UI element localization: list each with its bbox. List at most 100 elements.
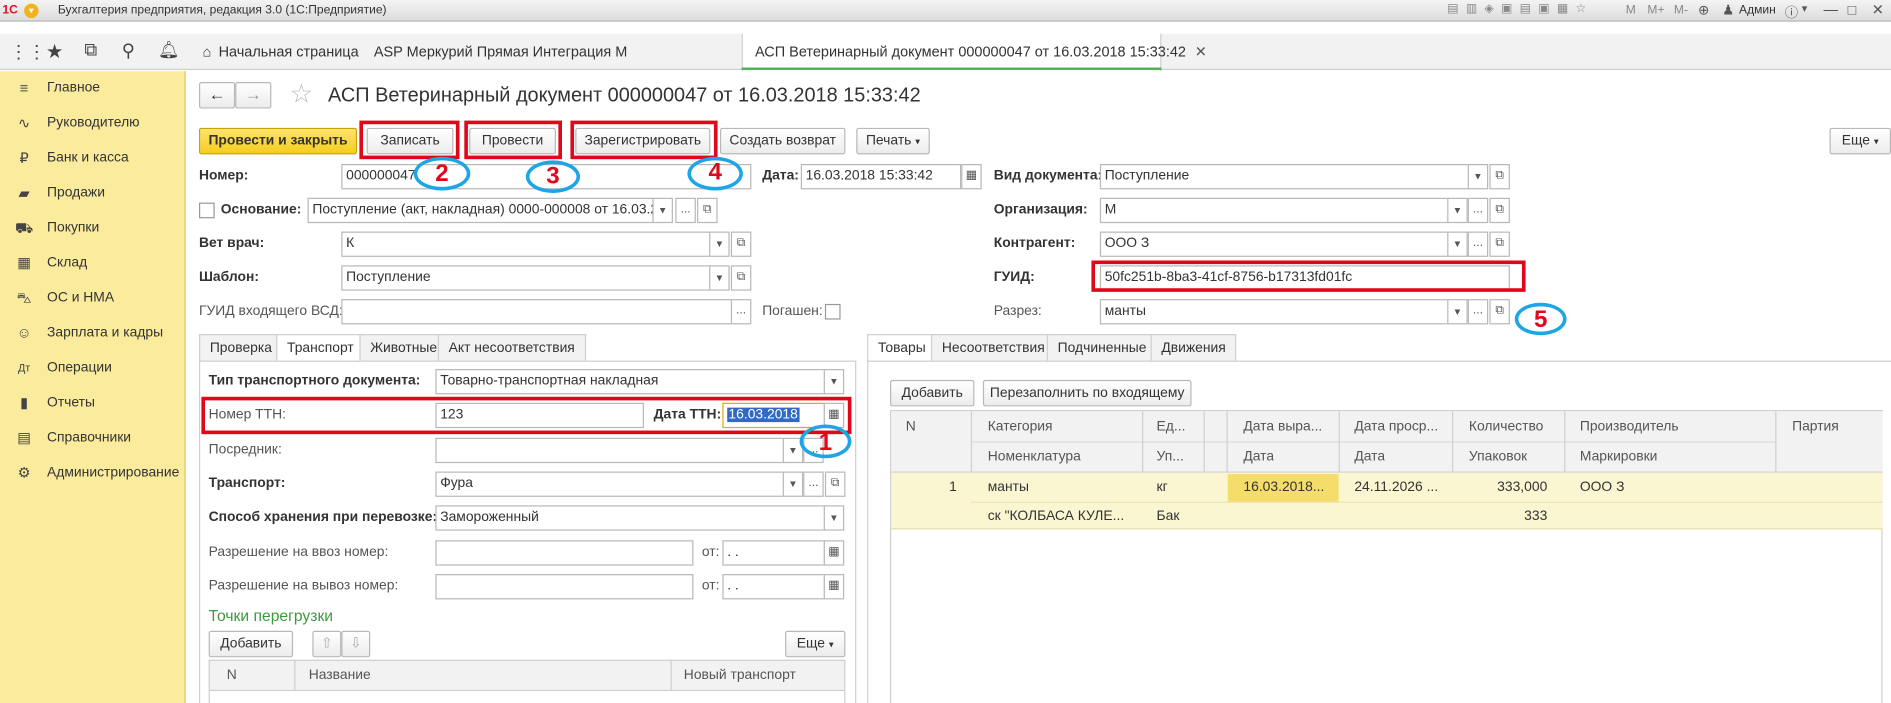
ttn-date-field[interactable]: 16.03.2018 <box>722 402 825 429</box>
goods-row-category[interactable]: манты <box>980 473 1139 502</box>
basis-select-button[interactable]: ... <box>675 197 696 224</box>
post-button[interactable]: Провести <box>469 127 556 155</box>
create-return-button[interactable]: Создать возврат <box>719 127 846 155</box>
tab-check[interactable]: Проверка <box>198 334 283 361</box>
calc-m-button[interactable]: M <box>1626 4 1636 17</box>
transport-dropdown[interactable]: ▼ <box>782 471 804 497</box>
zoom-icon[interactable]: ⊕ <box>1698 2 1709 18</box>
user-name[interactable]: Админ <box>1739 4 1776 17</box>
export-calendar-icon[interactable]: ▦ <box>823 574 845 600</box>
sidebar-item-bank[interactable]: ₽ Банк и касса <box>0 141 186 176</box>
tab-mercury[interactable]: ASP Меркурий Прямая Интеграция M <box>362 34 640 70</box>
transport-field[interactable]: Фура <box>435 471 786 497</box>
org-select-button[interactable]: ... <box>1467 197 1489 224</box>
sidebar-item-reports[interactable]: ▮ Отчеты <box>0 386 186 421</box>
goods-row-date-exp[interactable]: 24.11.2026 ... <box>1347 473 1451 502</box>
date-field[interactable]: 16.03.2018 15:33:42 <box>800 164 962 190</box>
org-open-icon[interactable]: ⧉ <box>1489 197 1510 224</box>
menu-icon[interactable]: ▾ <box>24 3 39 19</box>
goods-row-date-made[interactable]: 16.03.2018... <box>1236 473 1337 502</box>
sidebar-item-operations[interactable]: Дт Операции <box>0 351 186 386</box>
vet-dropdown[interactable]: ▼ <box>709 231 730 257</box>
search-icon[interactable]: ⚲ <box>122 40 135 62</box>
goods-row-packs[interactable]: 333 <box>1453 502 1547 531</box>
intermediary-dropdown[interactable]: ▼ <box>782 437 804 464</box>
guid-incoming-select-button[interactable]: ... <box>730 299 752 325</box>
maximize-icon[interactable]: □ <box>1848 1 1857 18</box>
refill-button[interactable]: Перезаполнить по входящему <box>982 379 1192 407</box>
minimize-icon[interactable]: — <box>1823 1 1837 18</box>
contractor-select-button[interactable]: ... <box>1467 231 1489 257</box>
move-down-button[interactable]: ⇩ <box>341 630 371 658</box>
forward-button[interactable]: → <box>235 82 272 109</box>
save-button[interactable]: Записать <box>366 127 454 155</box>
notifications-icon[interactable]: 🔔︎ <box>158 40 179 61</box>
doc-kind-dropdown[interactable]: ▼ <box>1467 164 1489 190</box>
section-field[interactable]: манты <box>1099 299 1450 325</box>
transport-select-button[interactable]: ... <box>803 471 824 497</box>
tab-transport[interactable]: Транспорт <box>276 334 365 362</box>
goods-row-qty[interactable]: 333,000 <box>1453 473 1547 502</box>
transport-doc-type-field[interactable]: Товарно-транспортная накладная <box>435 369 827 395</box>
tab-movements[interactable]: Движения <box>1150 334 1237 361</box>
tab-home[interactable]: ⌂ Начальная страница <box>191 34 371 70</box>
favorites-icon[interactable]: ★ <box>46 40 63 64</box>
points-add-button[interactable]: Добавить <box>208 630 294 658</box>
contractor-dropdown[interactable]: ▼ <box>1447 231 1468 257</box>
calendar-icon[interactable]: ▦ <box>961 164 982 190</box>
template-open-icon[interactable]: ⧉ <box>730 265 752 291</box>
number-field[interactable]: 000000047 <box>341 164 752 190</box>
guid-incoming-field[interactable] <box>341 299 734 325</box>
intermediary-select-button[interactable]: ... <box>803 437 824 464</box>
basis-dropdown[interactable]: ▼ <box>652 197 673 224</box>
storage-field[interactable]: Замороженный <box>435 505 827 531</box>
import-permit-field[interactable] <box>435 540 694 566</box>
doc-kind-open-icon[interactable]: ⧉ <box>1489 164 1510 190</box>
tab-close-icon[interactable]: ✕ <box>1195 43 1207 60</box>
ttn-calendar-icon[interactable]: ▦ <box>823 402 845 429</box>
doc-kind-field[interactable]: Поступление <box>1099 164 1471 190</box>
tab-discrepancies[interactable]: Несоответствия <box>931 334 1056 361</box>
move-up-button[interactable]: ⇧ <box>312 630 342 658</box>
calc-mplus-button[interactable]: M+ <box>1647 4 1664 17</box>
transport-open-icon[interactable]: ⧉ <box>824 471 846 497</box>
section-dropdown[interactable]: ▼ <box>1447 299 1468 325</box>
sidebar-item-assets[interactable]: ⛍ ОС и НМА <box>0 281 186 316</box>
sidebar-item-admin[interactable]: ⚙ Администрирование <box>0 456 186 491</box>
sidebar-item-references[interactable]: ▤ Справочники <box>0 421 186 456</box>
post-and-close-button[interactable]: Провести и закрыть <box>198 127 357 155</box>
info-icon[interactable]: ⓘ <box>1785 2 1798 21</box>
tab-subordinate[interactable]: Подчиненные <box>1046 334 1158 361</box>
sidebar-item-main[interactable]: ≡ Главное <box>0 71 186 106</box>
settings-icon[interactable]: ▾ <box>1802 2 1807 15</box>
import-calendar-icon[interactable]: ▦ <box>823 540 845 566</box>
tab-goods[interactable]: Товары <box>867 334 937 362</box>
tab-animals[interactable]: Животные <box>359 334 448 361</box>
register-button[interactable]: Зарегистрировать <box>575 127 711 155</box>
ttn-number-field[interactable]: 123 <box>435 402 645 429</box>
section-select-button[interactable]: ... <box>1467 299 1489 325</box>
contractor-field[interactable]: ООО З <box>1099 231 1450 257</box>
repaid-checkbox[interactable] <box>824 303 841 320</box>
more-button[interactable]: Еще ▾ <box>1829 127 1891 155</box>
import-date-field[interactable]: . . <box>722 540 825 566</box>
guid-field[interactable]: 50fc251b-8ba3-41cf-8756-b17313fd01fc <box>1099 265 1510 291</box>
goods-row-producer[interactable]: ООО З <box>1573 473 1773 502</box>
tab-discrepancy-act[interactable]: Акт несоответствия <box>437 334 586 361</box>
apps-grid-icon[interactable]: ⋮⋮ <box>10 41 46 63</box>
points-more-button[interactable]: Еще ▾ <box>785 630 846 658</box>
vet-open-icon[interactable]: ⧉ <box>730 231 752 257</box>
basis-open-icon[interactable]: ⧉ <box>697 197 718 224</box>
back-button[interactable]: ← <box>198 82 236 109</box>
tab-vet-document[interactable]: АСП Ветеринарный документ 000000047 от 1… <box>741 33 1207 72</box>
export-permit-field[interactable] <box>435 574 694 600</box>
org-dropdown[interactable]: ▼ <box>1447 197 1468 224</box>
section-open-icon[interactable]: ⧉ <box>1489 299 1510 325</box>
basis-field[interactable]: Поступление (акт, накладная) 0000-000008… <box>307 197 654 224</box>
goods-row-nomenclature[interactable]: ск "КОЛБАСА КУЛЕ... <box>980 502 1139 531</box>
sidebar-item-purchases[interactable]: ⛟ Покупки <box>0 211 186 246</box>
export-date-field[interactable]: . . <box>722 574 825 600</box>
sidebar-item-warehouse[interactable]: ▦ Склад <box>0 246 186 281</box>
close-icon[interactable]: ✕ <box>1872 1 1884 18</box>
intermediary-field[interactable] <box>435 437 786 464</box>
